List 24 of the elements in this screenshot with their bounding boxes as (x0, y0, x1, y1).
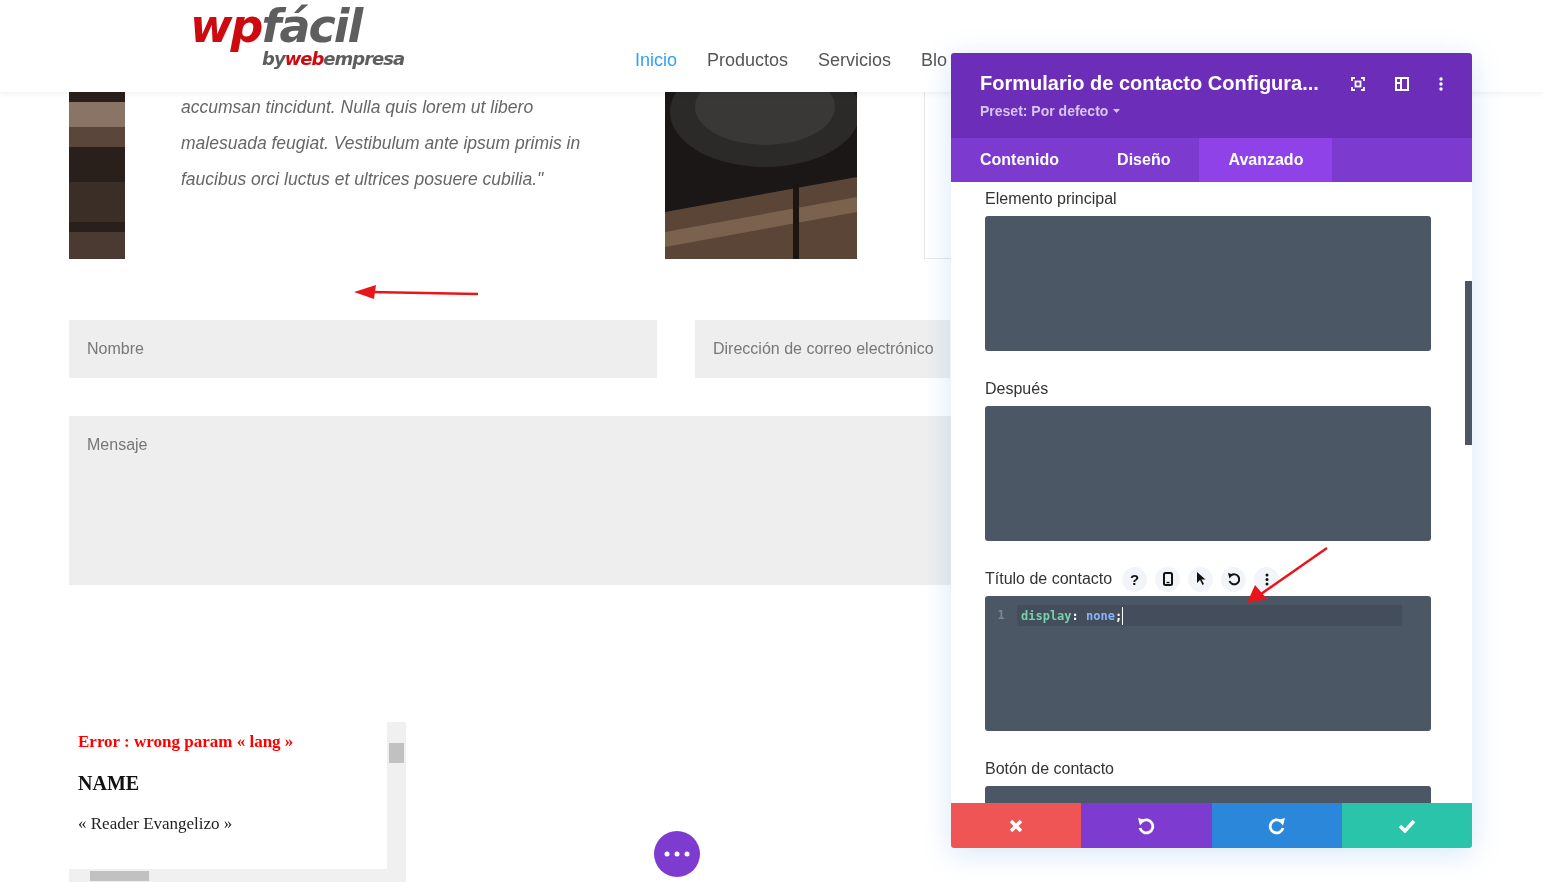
field-label: Elemento principal (985, 190, 1117, 208)
panel-title: Formulario de contacto Configura... (980, 72, 1319, 95)
quote-text: accumsan tincidunt. Nulla quis lorem ut libero (181, 96, 535, 119)
help-button[interactable]: ? (1122, 566, 1148, 592)
tab[interactable]: Diseño (1088, 138, 1200, 182)
input-field[interactable]: Dirección de correo electrónico (695, 320, 950, 378)
nav-link[interactable]: Blo (921, 50, 948, 71)
quote-text: faucibus orci luctus et ultrices posuere cubilia." (181, 168, 545, 191)
code-line: display: none; (1021, 608, 1123, 623)
quote-text: malesuada feugiat. Vestibulum ante ipsum primis in (181, 132, 582, 155)
error-text: Error : wrong param « lang » (78, 732, 295, 752)
message-field[interactable]: Mensaje (69, 416, 951, 585)
tab[interactable]: Contenido (951, 138, 1089, 182)
nav-link[interactable]: Servicios (818, 50, 892, 71)
field-label: Botón de contacto (985, 760, 1114, 778)
nav-link[interactable]: Productos (707, 50, 789, 71)
field-label: Después (985, 380, 1049, 398)
heading: NAME (78, 772, 141, 795)
tab[interactable]: Avanzado (1199, 138, 1333, 182)
preset-dropdown[interactable]: Preset: Por defecto (980, 103, 1121, 119)
logo: wpfácil bywebempresa (190, 0, 406, 70)
input-field[interactable]: Nombre (69, 320, 657, 378)
field-label: Título de contacto (985, 570, 1113, 588)
body-text: « Reader Evangelizo » (78, 814, 234, 834)
